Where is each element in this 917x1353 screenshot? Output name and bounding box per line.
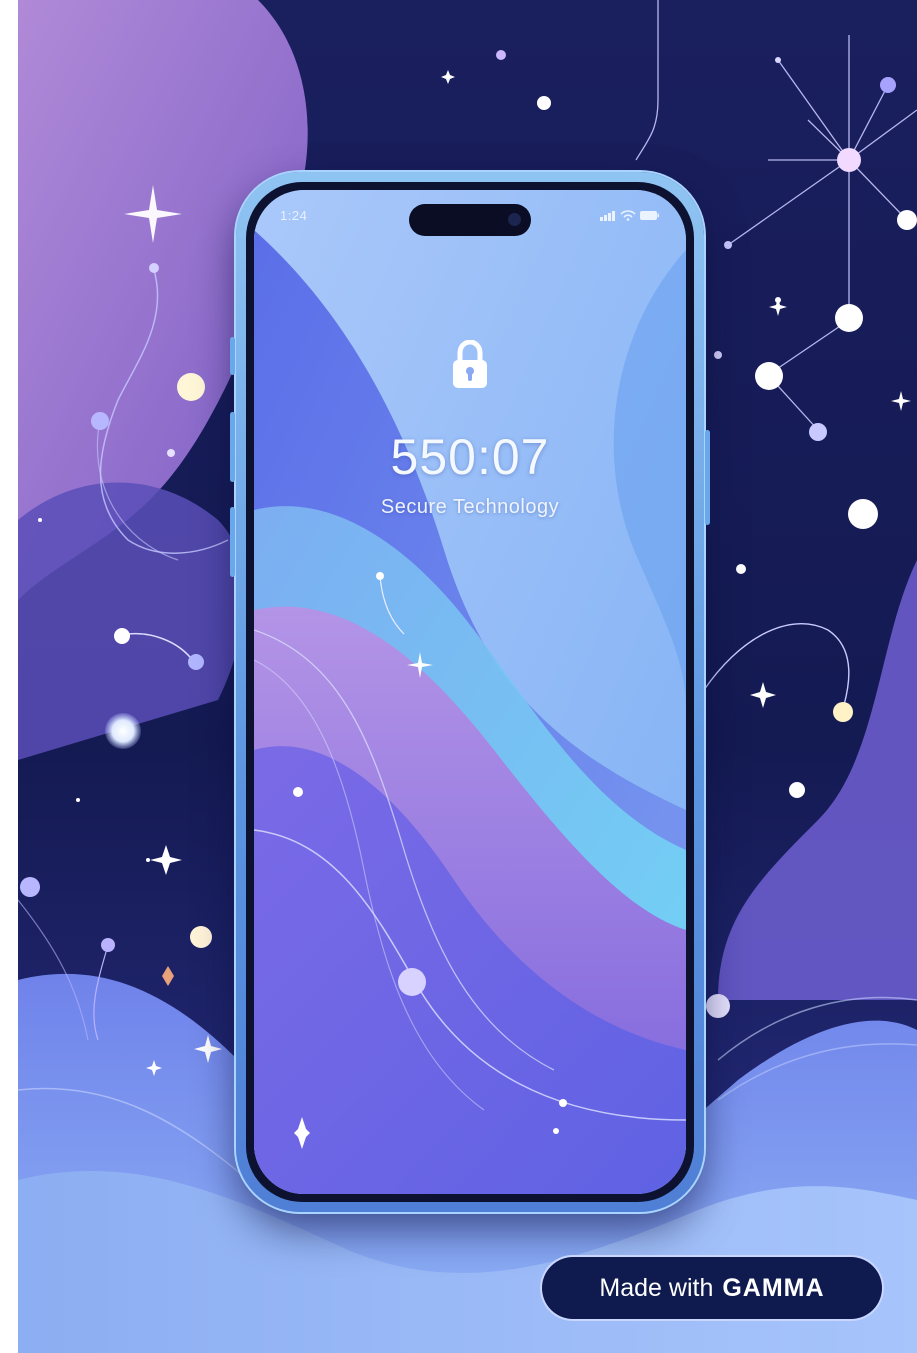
made-with-gamma-badge[interactable]: Made with GAMMA: [542, 1257, 882, 1319]
battery-icon: [640, 211, 659, 220]
wifi-icon: [620, 210, 636, 221]
phone-volume-up-button: [230, 412, 235, 482]
phone-volume-down-button: [230, 507, 235, 577]
smartphone: 1:24 550:07 Secure Technology: [230, 172, 710, 1212]
status-bar-time: 1:24: [280, 208, 308, 223]
phone-bezel: 1:24 550:07 Secure Technology: [246, 182, 694, 1202]
front-camera: [508, 213, 521, 226]
badge-brand: GAMMA: [722, 1273, 825, 1302]
lock-icon: [453, 340, 487, 388]
lock-screen-subtitle: Secure Technology: [380, 496, 560, 518]
status-bar-icons: [600, 210, 659, 221]
dynamic-island: [409, 204, 531, 236]
phone-side-button: [230, 337, 235, 375]
lock-screen: 1:24 550:07 Secure Technology: [254, 190, 686, 1194]
phone-power-button: [705, 430, 710, 525]
signal-icon: [600, 211, 615, 221]
badge-prefix: Made with: [599, 1273, 714, 1302]
lock-screen-clock: 550:07: [390, 429, 550, 485]
background-scene: 1:24 550:07 Secure Technology: [18, 0, 917, 1353]
